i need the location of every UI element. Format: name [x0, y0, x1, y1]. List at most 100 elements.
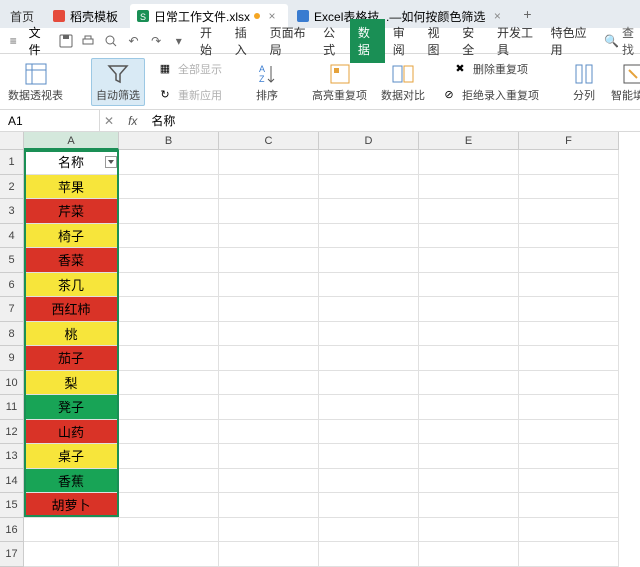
- cell[interactable]: [319, 150, 419, 175]
- cell[interactable]: [119, 542, 219, 567]
- cell[interactable]: [119, 395, 219, 420]
- cell[interactable]: [219, 420, 319, 445]
- row-header-14[interactable]: 14: [0, 469, 24, 494]
- cell[interactable]: [319, 322, 419, 347]
- cell[interactable]: [219, 175, 319, 200]
- cell[interactable]: [119, 322, 219, 347]
- row-header-15[interactable]: 15: [0, 493, 24, 518]
- cell[interactable]: 茄子: [24, 346, 119, 371]
- row-header-11[interactable]: 11: [0, 395, 24, 420]
- cell[interactable]: [219, 395, 319, 420]
- cell[interactable]: 桃: [24, 322, 119, 347]
- reject-dup-button[interactable]: ⊘拒绝录入重复项: [435, 83, 543, 107]
- cell[interactable]: [119, 224, 219, 249]
- cell[interactable]: [419, 322, 519, 347]
- cell[interactable]: [219, 273, 319, 298]
- cell[interactable]: [319, 199, 419, 224]
- dropdown-icon[interactable]: ▾: [171, 33, 186, 49]
- cell[interactable]: 椅子: [24, 224, 119, 249]
- row-header-6[interactable]: 6: [0, 273, 24, 298]
- cell[interactable]: [119, 346, 219, 371]
- cell[interactable]: [519, 542, 619, 567]
- row-header-2[interactable]: 2: [0, 175, 24, 200]
- cell[interactable]: [24, 518, 119, 543]
- name-box-input[interactable]: [8, 114, 91, 128]
- cell[interactable]: [319, 395, 419, 420]
- cell[interactable]: [419, 297, 519, 322]
- row-header-7[interactable]: 7: [0, 297, 24, 322]
- cell[interactable]: 梨: [24, 371, 119, 396]
- cell[interactable]: [219, 297, 319, 322]
- row-header-8[interactable]: 8: [0, 322, 24, 347]
- cell[interactable]: [519, 518, 619, 543]
- cell[interactable]: [219, 224, 319, 249]
- cell[interactable]: [219, 444, 319, 469]
- cell[interactable]: [419, 224, 519, 249]
- save-icon[interactable]: [58, 33, 73, 49]
- filter-dropdown-button[interactable]: [105, 156, 117, 168]
- cell[interactable]: [219, 469, 319, 494]
- cell[interactable]: [519, 273, 619, 298]
- cell[interactable]: [519, 199, 619, 224]
- row-header-12[interactable]: 12: [0, 420, 24, 445]
- cell[interactable]: [119, 150, 219, 175]
- row-header-10[interactable]: 10: [0, 371, 24, 396]
- cell[interactable]: [519, 444, 619, 469]
- cell[interactable]: 苹果: [24, 175, 119, 200]
- row-header-3[interactable]: 3: [0, 199, 24, 224]
- formula-input[interactable]: 名称: [147, 112, 640, 129]
- cell[interactable]: [319, 469, 419, 494]
- cell[interactable]: [319, 175, 419, 200]
- row-header-4[interactable]: 4: [0, 224, 24, 249]
- cell[interactable]: 茶几: [24, 273, 119, 298]
- cell[interactable]: [519, 493, 619, 518]
- cell[interactable]: [219, 248, 319, 273]
- col-header-C[interactable]: C: [219, 132, 319, 150]
- delete-dup-button[interactable]: ✖删除重复项: [435, 57, 543, 81]
- cell[interactable]: [419, 493, 519, 518]
- cell[interactable]: [119, 248, 219, 273]
- cell[interactable]: 凳子: [24, 395, 119, 420]
- app-menu-icon[interactable]: ≡: [6, 33, 21, 49]
- cell[interactable]: [519, 150, 619, 175]
- undo-icon[interactable]: ↶: [126, 33, 141, 49]
- cell[interactable]: [319, 273, 419, 298]
- showall-button[interactable]: ▦全部显示: [151, 57, 226, 81]
- data-compare-button[interactable]: 数据对比: [377, 59, 429, 105]
- cell[interactable]: [219, 518, 319, 543]
- cell[interactable]: 胡萝卜: [24, 493, 119, 518]
- cell[interactable]: [319, 297, 419, 322]
- cell[interactable]: [419, 371, 519, 396]
- cell[interactable]: [419, 444, 519, 469]
- cell[interactable]: [119, 371, 219, 396]
- menu-file[interactable]: 文件: [29, 24, 51, 58]
- cell[interactable]: [119, 420, 219, 445]
- cells-area[interactable]: 名称苹果芹菜椅子香菜茶几西红柿桃茄子梨凳子山药桌子香蕉胡萝卜: [24, 150, 619, 567]
- cell[interactable]: [419, 395, 519, 420]
- sort-button[interactable]: AZ 排序: [250, 59, 284, 105]
- cell[interactable]: 桌子: [24, 444, 119, 469]
- cell[interactable]: [319, 420, 419, 445]
- cell[interactable]: [119, 297, 219, 322]
- cell[interactable]: 香蕉: [24, 469, 119, 494]
- cell[interactable]: [219, 371, 319, 396]
- cell[interactable]: [319, 493, 419, 518]
- cell[interactable]: [519, 297, 619, 322]
- cell[interactable]: [319, 444, 419, 469]
- col-header-D[interactable]: D: [319, 132, 419, 150]
- cell[interactable]: [219, 493, 319, 518]
- cell[interactable]: [119, 175, 219, 200]
- cell[interactable]: [219, 346, 319, 371]
- fx-icon[interactable]: fx: [122, 114, 143, 128]
- cell[interactable]: [119, 493, 219, 518]
- cell[interactable]: [419, 420, 519, 445]
- row-header-9[interactable]: 9: [0, 346, 24, 371]
- cell[interactable]: [419, 248, 519, 273]
- pivot-table-button[interactable]: 数据透视表: [4, 59, 67, 105]
- cell[interactable]: [519, 322, 619, 347]
- cell[interactable]: [519, 420, 619, 445]
- cell[interactable]: [119, 444, 219, 469]
- cell[interactable]: [219, 150, 319, 175]
- cell[interactable]: [319, 346, 419, 371]
- redo-icon[interactable]: ↷: [149, 33, 164, 49]
